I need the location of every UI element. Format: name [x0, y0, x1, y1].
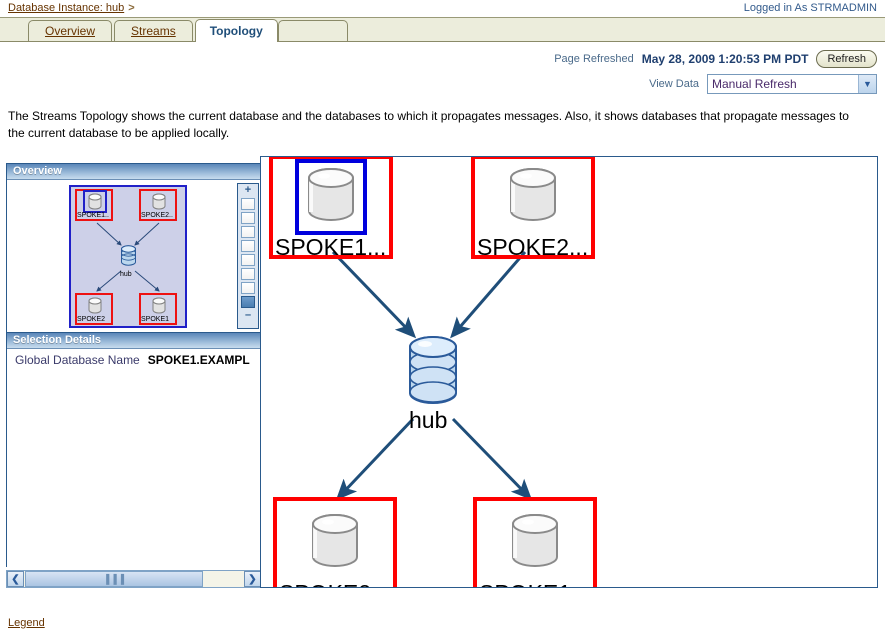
thumbnail-node-spoke1-bottom[interactable]: SPOKE1 — [139, 293, 177, 325]
topology-node-label: SPOKE1 — [479, 581, 571, 587]
scroll-left-arrow-icon[interactable]: ❮ — [7, 571, 24, 587]
database-icon — [152, 193, 166, 210]
zoom-in-button[interactable]: + — [245, 185, 251, 196]
thumbnail-node-spoke1-top[interactable]: SPOKE1.. — [75, 189, 113, 221]
zoom-level-1[interactable] — [241, 198, 255, 210]
view-data-row: View Data Manual Refresh ▼ — [649, 74, 877, 94]
thumbnail-node-label: SPOKE1 — [141, 316, 170, 323]
zoom-level-4[interactable] — [241, 240, 255, 252]
chevron-down-icon[interactable]: ▼ — [858, 75, 876, 93]
topology-node-spoke2-top[interactable]: SPOKE2... — [471, 157, 595, 260]
tab-bar-underline — [0, 41, 885, 42]
topology-node-spoke1-bottom[interactable]: SPOKE1 — [473, 497, 597, 587]
tab-overview[interactable]: Overview — [28, 20, 113, 42]
database-icon — [510, 168, 556, 221]
zoom-slider[interactable]: + – — [237, 183, 259, 329]
scroll-thumb[interactable]: ▐▐▐ — [25, 571, 203, 587]
thumbnail-node-label: SPOKE2 — [77, 316, 106, 323]
breadcrumb: Database Instance: hub > — [8, 2, 135, 14]
topology-hub-label: hub — [409, 407, 448, 433]
thumbnail-node-spoke2-bottom[interactable]: SPOKE2 — [75, 293, 113, 325]
zoom-level-6[interactable] — [241, 268, 255, 280]
view-data-select[interactable]: Manual Refresh ▼ — [707, 74, 877, 94]
logged-in-user: Logged in As STRMADMIN — [743, 2, 877, 14]
thumbnail-node-label: SPOKE1.. — [77, 212, 109, 219]
zoom-level-2[interactable] — [241, 212, 255, 224]
view-data-selected-value: Manual Refresh — [712, 77, 797, 91]
overview-thumbnail[interactable]: SPOKE1.. SPOKE2.. SPOKE2 SPOKE1 hub — [69, 185, 187, 328]
topology-node-label: SPOKE1... — [275, 234, 387, 260]
tab-overview-label[interactable]: Overview — [45, 24, 95, 38]
scroll-grip-icon: ▐▐▐ — [102, 574, 126, 584]
database-icon — [312, 514, 358, 567]
topology-node-selection-highlight — [295, 159, 367, 235]
zoom-level-7[interactable] — [241, 282, 255, 294]
thumbnail-node-spoke2-top[interactable]: SPOKE2.. — [139, 189, 177, 221]
scroll-track[interactable]: ▐▐▐ — [24, 571, 244, 587]
thumbnail-hub-label: hub — [120, 271, 132, 278]
topology-node-spoke1-top[interactable]: SPOKE1... — [269, 157, 393, 260]
overview-panel-body[interactable]: SPOKE1.. SPOKE2.. SPOKE2 SPOKE1 hub + – — [7, 180, 261, 332]
zoom-out-button[interactable]: – — [245, 310, 251, 321]
overview-panel: Overview SPOKE1.. SPOKE2.. SPOKE2 SPOKE1… — [6, 163, 262, 332]
breadcrumb-separator: > — [128, 2, 135, 14]
database-icon — [512, 514, 558, 567]
scroll-right-arrow-icon[interactable]: ❯ — [244, 571, 261, 587]
database-icon — [152, 297, 166, 314]
database-icon — [88, 297, 102, 314]
horizontal-scrollbar[interactable]: ❮ ▐▐▐ ❯ — [6, 570, 262, 588]
overview-panel-title: Overview — [7, 164, 261, 180]
database-icon — [88, 193, 102, 210]
tab-filler — [277, 20, 348, 42]
selection-detail-label: Global Database Name — [15, 353, 140, 367]
view-data-label: View Data — [649, 78, 699, 90]
selection-details-panel: Selection Details Global Database Name SP… — [6, 332, 262, 567]
selection-detail-value: SPOKE1.EXAMPL — [147, 353, 250, 367]
topology-node-spoke2-bottom[interactable]: SPOKE2 — [273, 497, 397, 587]
thumbnail-hub-database-icon — [121, 245, 136, 266]
selection-details-body: Global Database Name SPOKE1.EXAMPL — [7, 349, 261, 567]
tab-bar: Overview Streams Topology — [0, 18, 885, 42]
topology-node-label: SPOKE2... — [477, 234, 589, 260]
tab-topology[interactable]: Topology — [194, 19, 278, 42]
selection-detail-row: Global Database Name SPOKE1.EXAMPL — [7, 353, 250, 367]
selection-details-title: Selection Details — [7, 333, 261, 349]
page-description: The Streams Topology shows the current d… — [8, 109, 849, 140]
breadcrumb-row: Database Instance: hub > Logged in As STR… — [0, 0, 885, 18]
breadcrumb-link-database-instance[interactable]: Database Instance: hub — [8, 2, 124, 14]
page-refresh-row: Page Refreshed May 28, 2009 1:20:53 PM P… — [554, 50, 877, 68]
page-root: Database Instance: hub > Logged in As STR… — [0, 0, 885, 641]
tab-topology-label: Topology — [209, 24, 263, 38]
tab-strip: Overview Streams Topology — [28, 18, 348, 42]
topology-node-label: SPOKE2 — [279, 581, 371, 587]
page-refreshed-timestamp: May 28, 2009 1:20:53 PM PDT — [641, 52, 809, 66]
zoom-level-8[interactable] — [241, 296, 255, 308]
tab-streams-label[interactable]: Streams — [131, 24, 176, 38]
tab-streams[interactable]: Streams — [114, 20, 193, 42]
zoom-level-5[interactable] — [241, 254, 255, 266]
page-refreshed-label: Page Refreshed — [554, 53, 634, 65]
legend-link[interactable]: Legend — [8, 617, 45, 629]
refresh-button[interactable]: Refresh — [816, 50, 877, 68]
topology-canvas[interactable]: SPOKE1... SPOKE2... hub — [260, 156, 878, 588]
thumbnail-node-label: SPOKE2.. — [141, 212, 173, 219]
zoom-level-3[interactable] — [241, 226, 255, 238]
